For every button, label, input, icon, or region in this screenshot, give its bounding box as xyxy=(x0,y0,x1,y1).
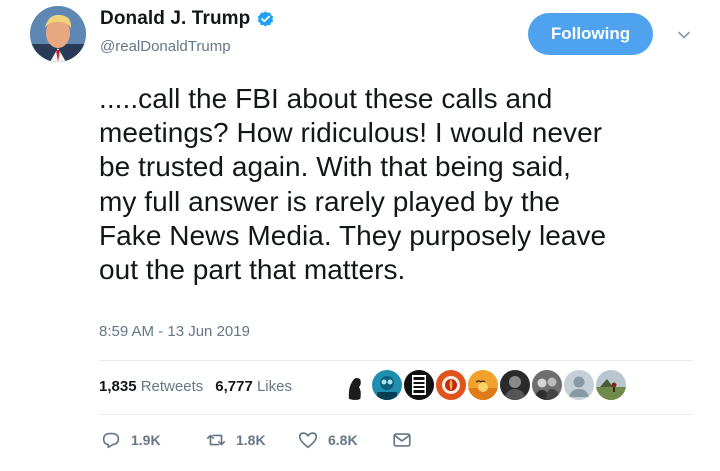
verified-badge-icon xyxy=(256,10,275,29)
envelope-icon xyxy=(393,433,411,447)
tweet-timestamp[interactable]: 8:59 AM - 13 Jun 2019 xyxy=(99,323,250,340)
silhouette-avatar[interactable] xyxy=(340,370,370,400)
liked-by-avatars xyxy=(340,370,626,400)
retweet-button[interactable]: 1.8K xyxy=(205,429,297,451)
landscape-avatar[interactable] xyxy=(596,370,626,400)
heart-icon xyxy=(298,432,318,449)
diver-avatar[interactable] xyxy=(372,370,402,400)
retweet-count: 1.8K xyxy=(236,432,266,448)
tweet-card: Donald J. Trump @realDonaldTrump Followi… xyxy=(0,0,720,471)
divider xyxy=(99,414,693,415)
likes-stat[interactable]: 6,777 Likes xyxy=(215,378,292,395)
like-button[interactable]: 6.8K xyxy=(297,429,391,451)
divider xyxy=(99,360,693,361)
tweet-text: .....call the FBI about these calls and … xyxy=(99,83,607,286)
likes-label: Likes xyxy=(256,378,292,395)
default-user-avatar[interactable] xyxy=(564,370,594,400)
no-nothing-logo-avatar[interactable] xyxy=(404,370,434,400)
retweets-label: Retweets xyxy=(140,378,204,395)
reply-icon xyxy=(102,432,120,449)
bw-people-avatar[interactable] xyxy=(532,370,562,400)
likes-count: 6,777 xyxy=(215,378,253,395)
like-count: 6.8K xyxy=(328,432,358,448)
sunset-bird-avatar[interactable] xyxy=(468,370,498,400)
following-button[interactable]: Following xyxy=(528,13,653,55)
author-display-name[interactable]: Donald J. Trump xyxy=(100,8,250,30)
retweet-icon xyxy=(206,434,226,446)
reply-count: 1.9K xyxy=(131,432,161,448)
author-handle[interactable]: @realDonaldTrump xyxy=(100,38,231,55)
retweets-count: 1,835 xyxy=(99,378,137,395)
dark-portrait-avatar[interactable] xyxy=(500,370,530,400)
fire-emblem-avatar[interactable] xyxy=(436,370,466,400)
tweet-actions: 1.9K 1.8K 6.8K xyxy=(100,429,413,451)
retweets-stat[interactable]: 1,835 Retweets xyxy=(99,378,203,395)
reply-button[interactable]: 1.9K xyxy=(100,429,205,451)
direct-message-button[interactable] xyxy=(391,429,413,451)
chevron-down-icon[interactable] xyxy=(676,27,692,43)
author-name-row: Donald J. Trump xyxy=(100,8,275,30)
author-avatar[interactable] xyxy=(30,6,86,62)
tweet-stats: 1,835 Retweets 6,777 Likes xyxy=(99,378,292,395)
